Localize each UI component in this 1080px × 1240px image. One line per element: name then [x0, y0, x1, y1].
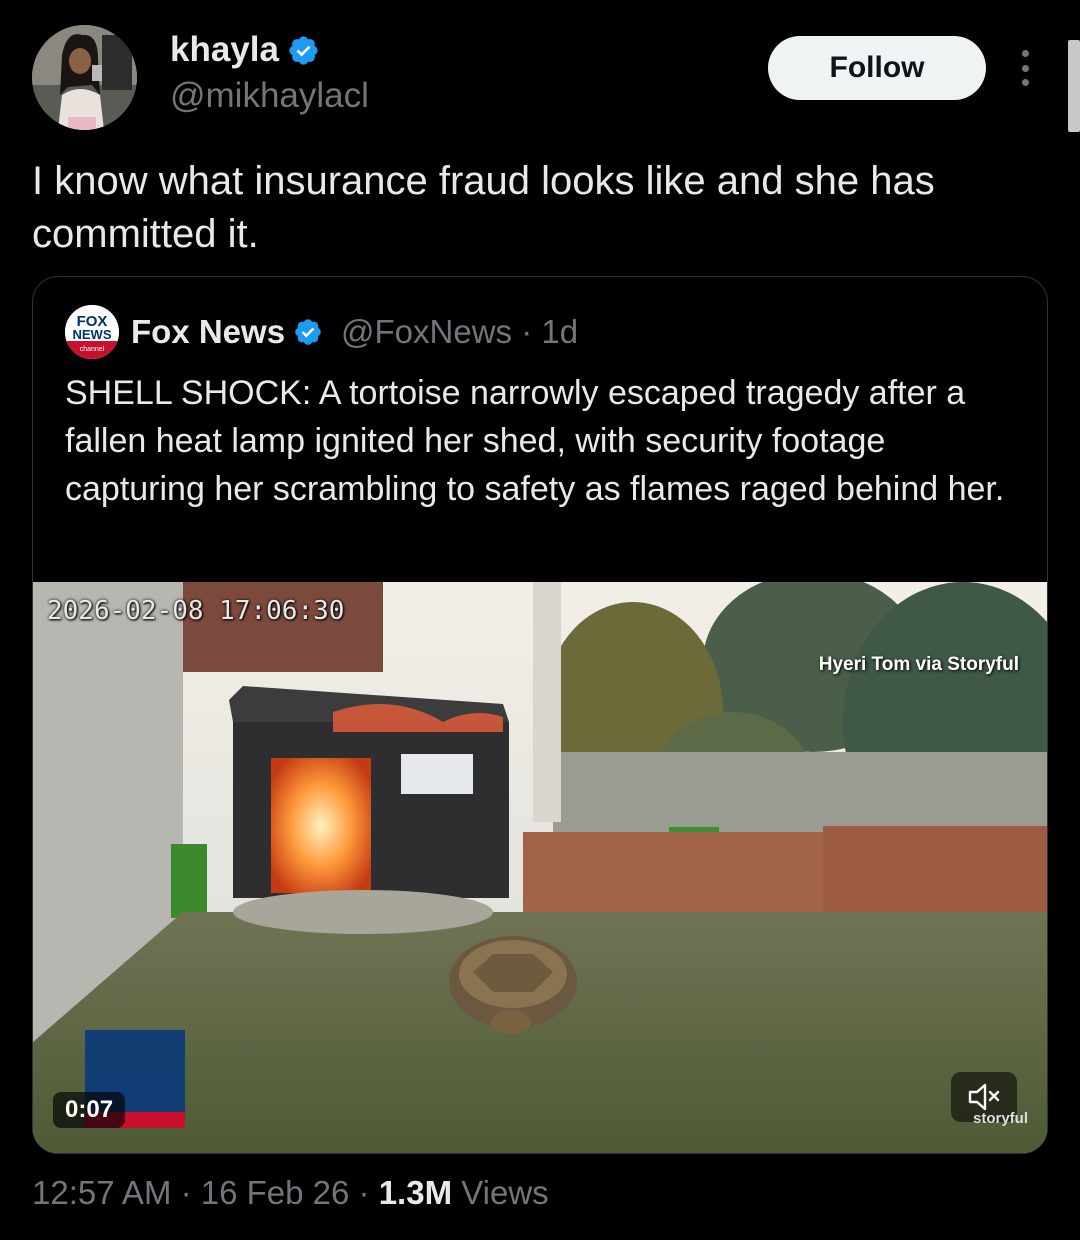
- scrollbar-thumb[interactable]: [1068, 40, 1080, 132]
- follow-button[interactable]: Follow: [768, 36, 986, 100]
- quoted-verified-badge-icon: [295, 319, 321, 345]
- tweet-text: I know what insurance fraud looks like a…: [32, 159, 935, 256]
- quoted-tweet-card[interactable]: FOX NEWS channel Fox News @FoxNews · 1d …: [32, 276, 1048, 1154]
- storyful-watermark: storyful: [973, 1110, 1029, 1127]
- video-player[interactable]: 2026-02-08 17:06:30 Hyeri Tom via Storyf…: [33, 582, 1047, 1153]
- tweet-timestamp[interactable]: 12:57 AM · 16 Feb 26 ·: [32, 1174, 379, 1211]
- video-duration-badge: 0:07: [53, 1092, 126, 1128]
- tweet-meta: 12:57 AM · 16 Feb 26 · 1.3M Views: [32, 1174, 549, 1212]
- more-options-icon[interactable]: [1010, 46, 1040, 90]
- fox-news-logo-icon: FOX NEWS channel: [65, 305, 119, 359]
- quoted-tweet-text: SHELL SHOCK: A tortoise narrowly escaped…: [65, 374, 1005, 508]
- author-avatar[interactable]: [32, 25, 137, 130]
- author-handle[interactable]: @mikhaylacl: [170, 76, 369, 116]
- fox-news-avatar[interactable]: FOX NEWS channel: [65, 305, 119, 359]
- logo-text-channel: channel: [80, 346, 105, 353]
- quoted-handle-time[interactable]: @FoxNews · 1d: [341, 313, 578, 351]
- verified-badge-icon: [289, 35, 318, 65]
- logo-text-news: NEWS: [73, 327, 112, 342]
- author-name-text[interactable]: khayla: [170, 30, 279, 70]
- views-count: 1.3M: [378, 1174, 453, 1211]
- author-display-name[interactable]: khayla: [170, 30, 320, 70]
- quoted-name-text[interactable]: Fox News: [131, 313, 285, 351]
- quoted-display-name[interactable]: Fox News: [131, 313, 323, 351]
- volume-muted-icon: [968, 1083, 1000, 1111]
- views-label: Views: [452, 1174, 549, 1211]
- camera-timestamp: 2026-02-08 17:06:30: [47, 596, 345, 626]
- video-credit: Hyeri Tom via Storyful: [818, 654, 1019, 675]
